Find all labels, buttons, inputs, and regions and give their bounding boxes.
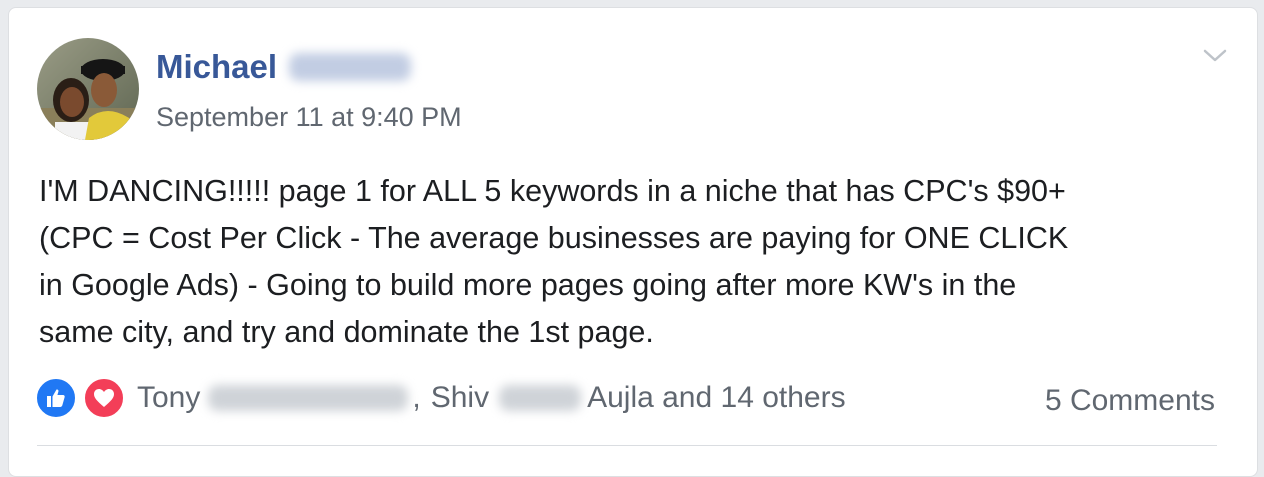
post-text: I'M DANCING!!!!! page 1 for ALL 5 keywor… bbox=[39, 168, 1234, 356]
name-separator: , bbox=[412, 381, 421, 414]
reactions-others[interactable]: Aujla and 14 others bbox=[587, 381, 846, 415]
love-icon[interactable] bbox=[83, 377, 125, 419]
reactions-bar: Tony , Shiv Aujla and 14 others bbox=[35, 376, 846, 420]
reaction-names[interactable]: Tony , Shiv Aujla and 14 others bbox=[137, 381, 846, 415]
reactor-name-second[interactable]: Shiv bbox=[431, 381, 489, 415]
reactor-middle-name-redacted bbox=[499, 385, 582, 411]
comments-count-link[interactable]: 5 Comments bbox=[1045, 384, 1215, 418]
post-text-line: in Google Ads) - Going to build more pag… bbox=[39, 268, 1017, 302]
avatar[interactable] bbox=[37, 38, 139, 140]
reactor-surname-redacted bbox=[208, 385, 409, 411]
divider bbox=[37, 445, 1217, 446]
post-text-line: same city, and try and dominate the 1st … bbox=[39, 315, 654, 349]
avatar-photo bbox=[37, 38, 139, 140]
reactor-name-first[interactable]: Tony bbox=[137, 381, 200, 415]
post-card: Michael September 11 at 9:40 PM I'M DANC… bbox=[8, 7, 1258, 477]
author-name[interactable]: Michael bbox=[156, 46, 412, 88]
like-icon[interactable] bbox=[35, 377, 77, 419]
post-text-line: (CPC = Cost Per Click - The average busi… bbox=[39, 221, 1069, 255]
author-last-name-redacted bbox=[289, 53, 412, 81]
chevron-down-icon[interactable] bbox=[1201, 46, 1229, 66]
post-text-line: I'M DANCING!!!!! page 1 for ALL 5 keywor… bbox=[39, 174, 1066, 208]
author-first-name[interactable]: Michael bbox=[156, 48, 277, 86]
reaction-icons[interactable] bbox=[35, 376, 133, 420]
post-timestamp[interactable]: September 11 at 9:40 PM bbox=[156, 102, 462, 133]
